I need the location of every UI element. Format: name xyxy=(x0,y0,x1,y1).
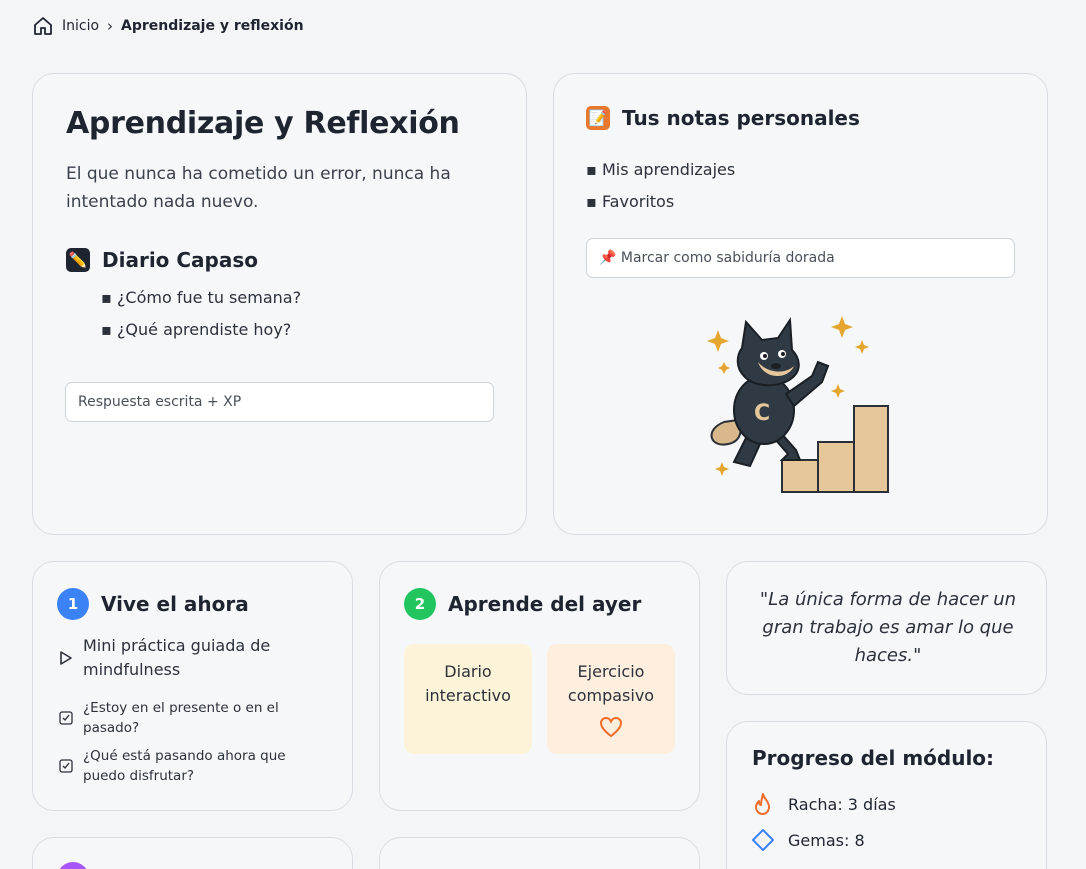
breadcrumb-current: Aprendizaje y reflexión xyxy=(121,18,304,34)
breadcrumb: Inicio › Aprendizaje y reflexión xyxy=(32,12,304,40)
list-item: ¿Cómo fue tu semana? xyxy=(101,282,301,314)
learning-card: Aprendizaje y Reflexión El que nunca ha … xyxy=(32,73,527,535)
diary-questions: ¿Cómo fue tu semana? ¿Qué aprendiste hoy… xyxy=(101,282,301,346)
list-item: ¿Qué aprendiste hoy? xyxy=(101,314,301,346)
quote-card: "La única forma de hacer un gran trabajo… xyxy=(726,561,1047,695)
progress-title: Progreso del módulo: xyxy=(752,746,995,770)
svg-text:C: C xyxy=(754,401,770,426)
practice-label: Mini práctica guiada de mindfulness xyxy=(83,636,271,679)
notes-heading: 📝 Tus notas personales xyxy=(586,106,860,130)
ayer-title: Aprende del ayer xyxy=(448,592,642,616)
wolf-mascot-illustration: C xyxy=(707,316,889,493)
chevron-right-icon: › xyxy=(107,17,114,35)
inspirational-quote: "La única forma de hacer un gran trabajo… xyxy=(759,589,1017,666)
diary-title: Diario Capaso xyxy=(102,248,259,272)
step-number-badge: 2 xyxy=(404,588,436,620)
breadcrumb-home-link[interactable]: Inicio xyxy=(62,18,99,34)
step-4-card xyxy=(379,837,700,869)
step-number-badge: 1 xyxy=(57,588,89,620)
heart-icon xyxy=(599,716,623,738)
streak-label: Racha: 3 días xyxy=(788,794,896,814)
list-item[interactable]: Favoritos xyxy=(586,186,735,218)
golden-wisdom-input[interactable]: 📌 Marcar como sabiduría dorada xyxy=(586,238,1015,278)
gem-icon xyxy=(752,829,774,851)
check-label: ¿Qué está pasando ahora que puedo disfru… xyxy=(83,748,286,784)
pencil-icon: ✏️ xyxy=(66,248,90,272)
diary-answer-input[interactable]: Respuesta escrita + XP xyxy=(65,382,494,422)
notes-title: Tus notas personales xyxy=(622,106,860,130)
module-progress-card: Progreso del módulo: Racha: 3 días Gemas… xyxy=(726,721,1047,869)
ayer-heading: 2 Aprende del ayer xyxy=(404,588,641,620)
notes-card: 📝 Tus notas personales Mis aprendizajes … xyxy=(553,73,1048,535)
tile-label: Diario interactivo xyxy=(425,662,511,705)
tile-label: Ejercicio compasivo xyxy=(567,662,655,705)
vive-heading: 1 Vive el ahora xyxy=(57,588,249,620)
reflection-check-item[interactable]: ¿Qué está pasando ahora que puedo disfru… xyxy=(59,746,303,786)
diary-heading: ✏️ Diario Capaso xyxy=(66,248,258,272)
check-label: ¿Estoy en el presente o en el pasado? xyxy=(83,700,279,736)
step-3-card xyxy=(32,837,353,869)
checkbox-icon xyxy=(59,759,73,773)
vive-el-ahora-card: 1 Vive el ahora Mini práctica guiada de … xyxy=(32,561,353,811)
interactive-diary-tile[interactable]: Diario interactivo xyxy=(404,644,532,754)
flame-icon xyxy=(755,793,770,815)
vive-title: Vive el ahora xyxy=(101,592,249,616)
gems-label: Gemas: 8 xyxy=(788,830,865,850)
page-title: Aprendizaje y Reflexión xyxy=(66,106,460,141)
intro-quote: El que nunca ha cometido un error, nunca… xyxy=(66,164,451,212)
reflection-check-item[interactable]: ¿Estoy en el presente o en el pasado? xyxy=(59,698,293,738)
aprende-del-ayer-card: 2 Aprende del ayer Diario interactivo Ej… xyxy=(379,561,700,811)
gems-stat: Gemas: 8 xyxy=(752,828,865,852)
list-item[interactable]: Mis aprendizajes xyxy=(586,154,735,186)
checkbox-icon xyxy=(59,711,73,725)
step-number-badge xyxy=(57,862,89,869)
memo-icon: 📝 xyxy=(586,106,610,130)
mindfulness-practice-button[interactable]: Mini práctica guiada de mindfulness xyxy=(59,634,283,682)
play-icon xyxy=(60,651,72,665)
home-icon[interactable] xyxy=(32,15,54,37)
compassionate-exercise-tile[interactable]: Ejercicio compasivo xyxy=(547,644,675,754)
notes-list: Mis aprendizajes Favoritos xyxy=(586,154,735,218)
streak-stat: Racha: 3 días xyxy=(752,792,896,816)
